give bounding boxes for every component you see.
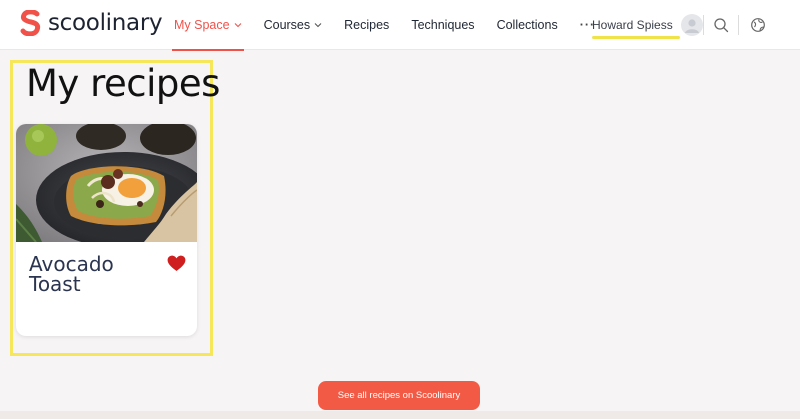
nav-recipes-label: Recipes bbox=[344, 18, 390, 32]
nav-courses[interactable]: Courses bbox=[260, 0, 327, 50]
avatar-silhouette-icon bbox=[684, 19, 699, 33]
page-title: My recipes bbox=[26, 62, 220, 105]
see-all-recipes-button[interactable]: See all recipes on Scoolinary bbox=[318, 381, 480, 410]
nav-recipes[interactable]: Recipes bbox=[340, 0, 393, 50]
chevron-down-icon bbox=[234, 23, 241, 28]
top-header: scoolinary My Space Courses Recipes Tech… bbox=[0, 0, 800, 51]
chevron-down-icon bbox=[314, 23, 322, 28]
user-highlight bbox=[592, 36, 680, 39]
nav-collections[interactable]: Collections bbox=[493, 0, 562, 50]
nav-my-space-label: My Space bbox=[174, 18, 230, 32]
recipe-image[interactable] bbox=[16, 124, 197, 242]
nav-my-space[interactable]: My Space bbox=[170, 0, 246, 51]
logo[interactable]: scoolinary bbox=[20, 8, 163, 38]
user-avatar-icon bbox=[680, 14, 703, 36]
header-divider bbox=[738, 15, 739, 35]
nav-techniques-label: Techniques bbox=[411, 18, 475, 32]
heart-icon[interactable] bbox=[167, 255, 186, 272]
scoolinary-logo-icon bbox=[20, 10, 41, 36]
recipe-title[interactable]: Avocado Toast bbox=[29, 254, 159, 294]
user-menu[interactable]: Howard Spiess bbox=[592, 12, 703, 38]
header-divider bbox=[703, 15, 704, 35]
recipe-card[interactable]: Avocado Toast bbox=[16, 124, 197, 336]
nav-techniques[interactable]: Techniques bbox=[407, 0, 478, 50]
footer-strip bbox=[0, 411, 800, 419]
user-name: Howard Spiess bbox=[592, 18, 673, 32]
globe-icon[interactable] bbox=[750, 17, 766, 33]
main-nav: My Space Courses Recipes Techniques Coll… bbox=[170, 0, 613, 51]
nav-collections-label: Collections bbox=[496, 18, 558, 32]
nav-courses-label: Courses bbox=[263, 18, 311, 32]
search-icon[interactable] bbox=[713, 17, 729, 33]
brand-name: scoolinary bbox=[48, 10, 163, 36]
